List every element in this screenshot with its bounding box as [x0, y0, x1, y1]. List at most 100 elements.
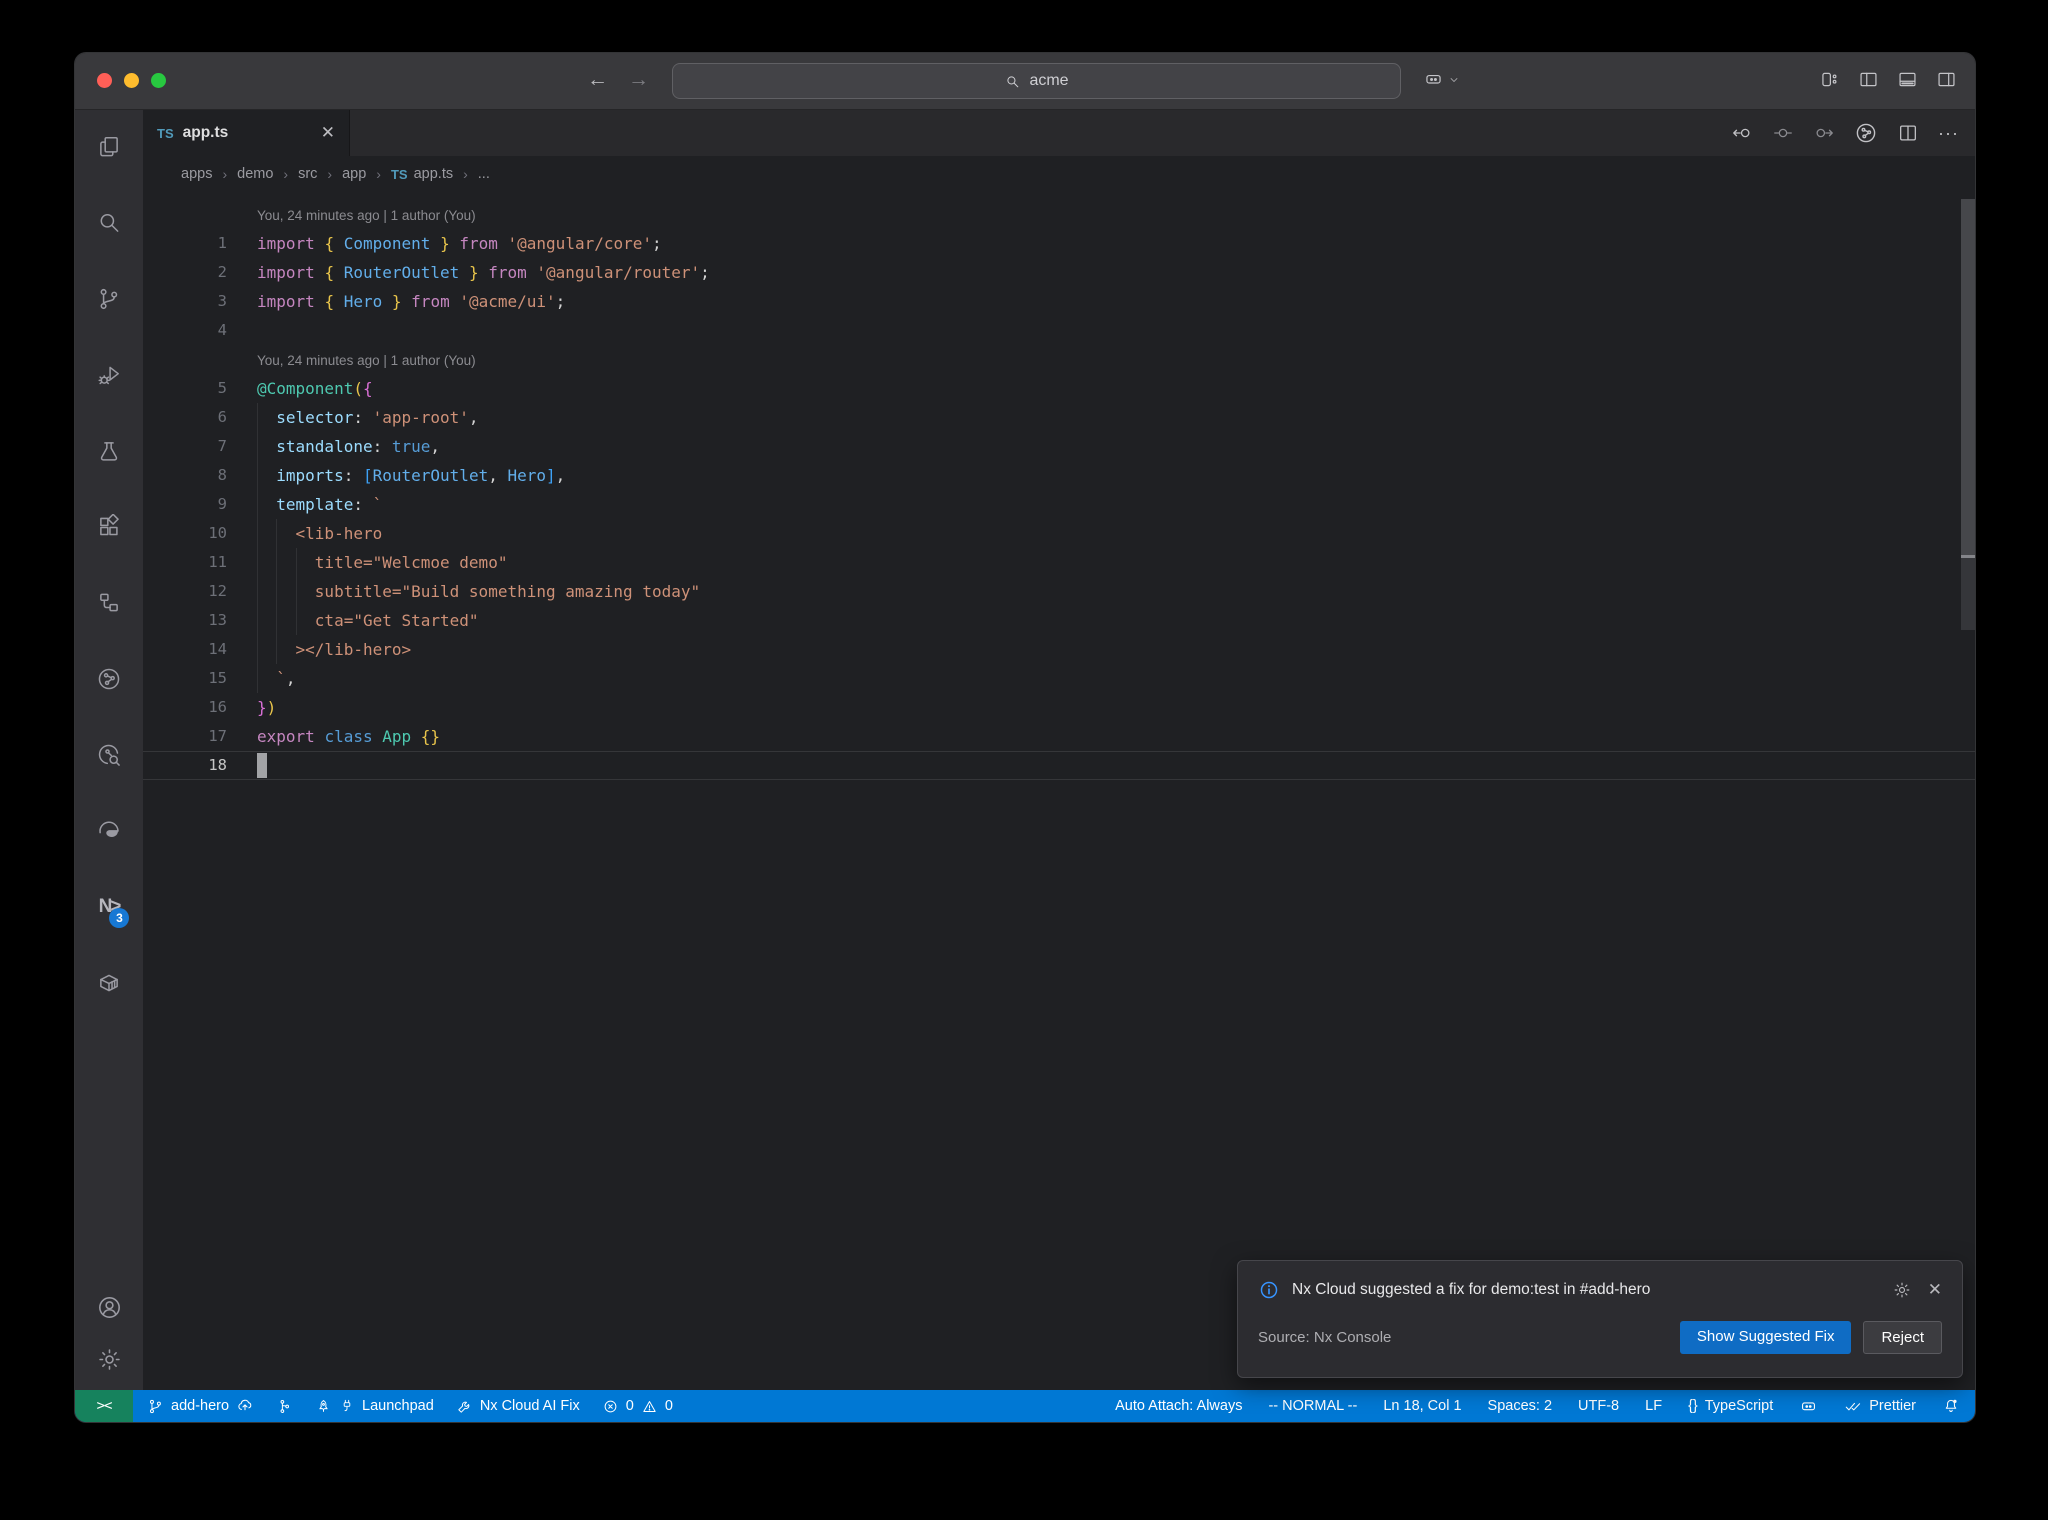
- breadcrumb-src[interactable]: src: [298, 166, 317, 182]
- copilot-icon: [1426, 74, 1441, 84]
- nx-console-icon[interactable]: N> 3: [99, 894, 130, 928]
- tab-app-ts[interactable]: TS app.ts ✕: [143, 110, 350, 156]
- search-icon[interactable]: [96, 210, 122, 236]
- titlebar: ← → acme: [75, 53, 1975, 110]
- nx-cloud-fix-item[interactable]: Nx Cloud AI Fix: [456, 1398, 580, 1415]
- account-icon[interactable]: [96, 1294, 123, 1320]
- code-row: 15 `,: [143, 664, 1975, 693]
- code-row: 9 template: `: [143, 490, 1975, 519]
- customize-layout-icon[interactable]: [1819, 69, 1840, 90]
- close-window-button[interactable]: [97, 73, 112, 88]
- notification-toast: Nx Cloud suggested a fix for demo:test i…: [1237, 1260, 1963, 1378]
- scrollbar[interactable]: [1961, 192, 1975, 1390]
- run-debug-icon[interactable]: [96, 362, 122, 388]
- remote-indicator[interactable]: ><: [75, 1390, 133, 1422]
- breadcrumb-file[interactable]: TS app.ts: [391, 166, 453, 182]
- vim-mode-indicator[interactable]: -- NORMAL --: [1268, 1398, 1357, 1414]
- notifications-bell-icon[interactable]: [1942, 1397, 1960, 1415]
- vscode-window: ← → acme N> 3 TS app.ts ✕ ··· apps › dem…: [74, 52, 1976, 1423]
- git-branch-icon: [149, 1399, 161, 1413]
- close-tab-icon[interactable]: ✕: [321, 123, 335, 143]
- command-center-search[interactable]: acme: [672, 63, 1401, 99]
- search-value: acme: [1029, 72, 1069, 89]
- eol-item[interactable]: LF: [1645, 1398, 1662, 1414]
- launchpad-item[interactable]: Launchpad: [315, 1398, 434, 1415]
- nx-badge: 3: [109, 908, 130, 928]
- toggle-secondary-sidebar-icon[interactable]: [1936, 69, 1957, 90]
- breadcrumb-apps[interactable]: apps: [181, 166, 212, 182]
- code-row: 18: [143, 751, 1975, 780]
- copilot-menu[interactable]: [1423, 69, 1460, 90]
- formatter-item[interactable]: Prettier: [1844, 1397, 1916, 1415]
- split-editor-icon[interactable]: [1897, 122, 1919, 144]
- source-control-icon[interactable]: [96, 286, 122, 312]
- show-suggested-fix-button[interactable]: Show Suggested Fix: [1679, 1321, 1852, 1354]
- explorer-icon[interactable]: [96, 134, 122, 160]
- text-cursor: [257, 753, 267, 778]
- code-row: 10 <lib-hero: [143, 519, 1975, 548]
- git-graph-icon[interactable]: [276, 1398, 293, 1415]
- settings-gear-icon[interactable]: [96, 1346, 123, 1372]
- reject-button[interactable]: Reject: [1863, 1321, 1942, 1354]
- code-row: 7 standalone: true,: [143, 432, 1975, 461]
- notification-source: Source: Nx Console: [1258, 1329, 1392, 1346]
- toggle-panel-icon[interactable]: [1897, 69, 1918, 90]
- zoom-window-button[interactable]: [151, 73, 166, 88]
- problems-indicator[interactable]: 0 0: [602, 1398, 673, 1415]
- toggle-primary-sidebar-icon[interactable]: [1858, 69, 1879, 90]
- cloud-upload-icon: [238, 1399, 252, 1411]
- code-row: 2 import { RouterOutlet } from '@angular/…: [217, 263, 710, 282]
- blame-row: You, 24 minutes ago | 1 author (You): [257, 353, 476, 368]
- copilot-status-item[interactable]: [1799, 1397, 1818, 1416]
- current-change-icon[interactable]: [1772, 122, 1794, 144]
- next-change-icon[interactable]: [1813, 122, 1835, 144]
- navigate-back-icon[interactable]: ←: [587, 68, 608, 92]
- nx-graph-action-icon[interactable]: [1854, 121, 1878, 145]
- search-icon: [1007, 75, 1019, 87]
- auto-attach-item[interactable]: Auto Attach: Always: [1115, 1398, 1242, 1414]
- navigate-forward-icon[interactable]: →: [628, 68, 649, 92]
- minimize-window-button[interactable]: [124, 73, 139, 88]
- scrollbar-thumb[interactable]: [1961, 199, 1975, 555]
- branch-indicator[interactable]: add-hero: [147, 1397, 254, 1415]
- previous-change-icon[interactable]: [1731, 122, 1753, 144]
- breadcrumb: apps › demo › src › app › TS app.ts › ...: [143, 156, 1975, 192]
- project-structure-icon[interactable]: [96, 590, 122, 616]
- rocket-icon: [319, 1399, 328, 1412]
- notification-title: Nx Cloud suggested a fix for demo:test i…: [1292, 1281, 1651, 1298]
- code-row: 3 import { Hero } from '@acme/ui';: [217, 292, 566, 311]
- breadcrumb-app[interactable]: app: [342, 166, 366, 182]
- code-row: 8 imports: [RouterOutlet, Hero],: [143, 461, 1975, 490]
- wrench-icon: [458, 1401, 470, 1413]
- activity-bar: N> 3: [75, 110, 143, 1390]
- breadcrumb-demo[interactable]: demo: [237, 166, 273, 182]
- copilot-icon: [1802, 1401, 1816, 1410]
- extensions-icon[interactable]: [96, 514, 122, 540]
- code-lines: You, 24 minutes ago | 1 author (You) 1 imp…: [143, 192, 1975, 780]
- braces-icon: {}: [1688, 1398, 1698, 1414]
- info-icon: [1260, 1281, 1278, 1299]
- code-row: 14 ></lib-hero>: [143, 635, 1975, 664]
- edge-browser-icon[interactable]: [96, 818, 122, 844]
- window-controls: [97, 73, 166, 88]
- encoding-item[interactable]: UTF-8: [1578, 1398, 1619, 1414]
- more-actions-icon[interactable]: ···: [1938, 123, 1959, 144]
- typescript-file-icon: TS: [390, 166, 408, 182]
- notification-close-icon[interactable]: ✕: [1928, 1280, 1942, 1300]
- breadcrumb-more[interactable]: ...: [478, 166, 490, 182]
- testing-icon[interactable]: [96, 438, 122, 464]
- code-row: 12 subtitle="Build something amazing tod…: [143, 577, 1975, 606]
- code-row: 16}): [208, 698, 277, 717]
- code-row: 11 title="Welcmoe demo": [143, 548, 1975, 577]
- cursor-position-item[interactable]: Ln 18, Col 1: [1383, 1398, 1461, 1414]
- code-editor[interactable]: You, 24 minutes ago | 1 author (You) 1 imp…: [143, 192, 1975, 1390]
- nx-graph-icon[interactable]: [96, 666, 122, 692]
- nx-graph-search-icon[interactable]: [96, 742, 122, 768]
- double-check-icon: [1845, 1402, 1861, 1411]
- indentation-item[interactable]: Spaces: 2: [1488, 1398, 1553, 1414]
- chevron-down-icon: [1450, 77, 1458, 82]
- notification-settings-gear-icon[interactable]: [1892, 1280, 1912, 1300]
- containers-icon[interactable]: [96, 970, 122, 996]
- code-row: 1 import { Component } from '@angular/cor…: [217, 234, 662, 253]
- language-mode-item[interactable]: {} TypeScript: [1688, 1398, 1773, 1414]
